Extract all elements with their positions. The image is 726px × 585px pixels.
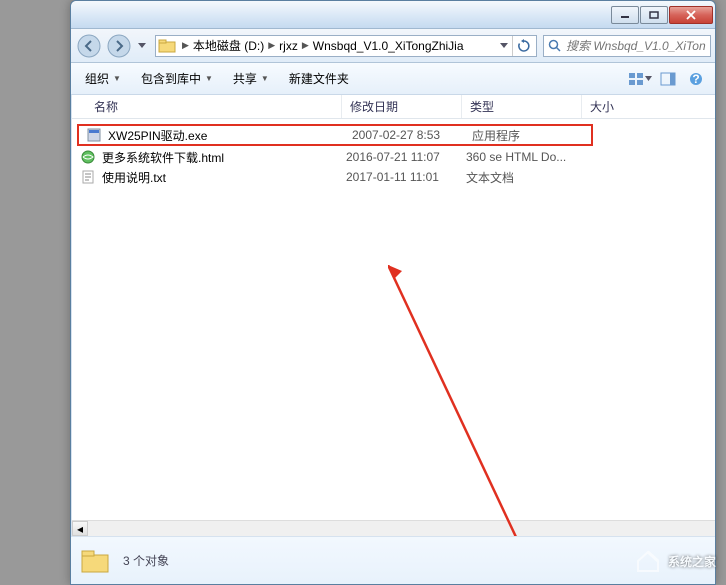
preview-pane-button[interactable] <box>655 68 681 90</box>
share-button[interactable]: 共享▼ <box>225 67 277 90</box>
house-icon <box>634 547 662 575</box>
refresh-button[interactable] <box>512 36 534 56</box>
file-list[interactable]: XW25PIN驱动.exe 2007-02-27 8:53 应用程序 更多系统软… <box>72 119 715 520</box>
file-type: 文本文档 <box>466 169 586 186</box>
html-icon <box>80 149 96 165</box>
chevron-right-icon[interactable]: ▶ <box>266 40 277 51</box>
file-type: 应用程序 <box>472 127 592 144</box>
organize-button[interactable]: 组织▼ <box>77 67 129 90</box>
txt-icon <box>80 169 96 185</box>
address-dropdown[interactable] <box>496 43 512 48</box>
breadcrumb-disk[interactable]: 本地磁盘 (D:) <box>191 37 266 54</box>
addressbar[interactable]: ▶ 本地磁盘 (D:) ▶ rjxz ▶ Wnsbqd_V1.0_XiTongZ… <box>155 35 537 57</box>
status-count: 3 个对象 <box>123 552 169 569</box>
file-row[interactable]: 更多系统软件下载.html 2016-07-21 11:07 360 se HT… <box>72 147 715 167</box>
forward-button[interactable] <box>105 33 133 59</box>
toolbar: 组织▼ 包含到库中▼ 共享▼ 新建文件夹 ? <box>71 63 715 95</box>
minimize-button[interactable] <box>611 6 639 24</box>
column-header-type[interactable]: 类型 <box>462 95 582 118</box>
file-name: 使用说明.txt <box>102 169 346 186</box>
include-library-button[interactable]: 包含到库中▼ <box>133 67 221 90</box>
horizontal-scrollbar[interactable]: ◂ ▸ <box>72 520 715 536</box>
file-date: 2017-01-11 11:01 <box>346 170 466 184</box>
column-header-name[interactable]: 名称 <box>72 95 342 118</box>
file-date: 2007-02-27 8:53 <box>352 128 472 142</box>
file-type: 360 se HTML Do... <box>466 150 586 164</box>
help-button[interactable]: ? <box>683 68 709 90</box>
file-date: 2016-07-21 11:07 <box>346 150 466 164</box>
folder-icon <box>158 38 176 54</box>
close-button[interactable] <box>669 6 713 24</box>
view-options-button[interactable] <box>627 68 653 90</box>
breadcrumb-folder2[interactable]: Wnsbqd_V1.0_XiTongZhiJia <box>311 39 466 53</box>
file-name: 更多系统软件下载.html <box>102 149 346 166</box>
statusbar: 3 个对象 <box>71 536 715 584</box>
svg-text:?: ? <box>692 72 699 86</box>
body: ▾ 收藏夹 OneDrive 下载 桌面 最近访问的位置 ▾ 库 Subvers… <box>71 95 715 536</box>
chevron-right-icon[interactable]: ▶ <box>180 40 191 51</box>
maximize-button[interactable] <box>640 6 668 24</box>
scroll-left-button[interactable]: ◂ <box>72 521 88 536</box>
history-dropdown[interactable] <box>135 33 149 59</box>
titlebar[interactable] <box>71 1 715 29</box>
search-icon <box>548 39 562 53</box>
breadcrumb-folder1[interactable]: rjxz <box>277 39 300 53</box>
column-header-size[interactable]: 大小 <box>582 95 715 118</box>
explorer-window: ▶ 本地磁盘 (D:) ▶ rjxz ▶ Wnsbqd_V1.0_XiTongZ… <box>70 0 716 585</box>
file-row[interactable]: XW25PIN驱动.exe 2007-02-27 8:53 应用程序 <box>78 125 592 145</box>
searchbar[interactable] <box>543 35 711 57</box>
column-header-date[interactable]: 修改日期 <box>342 95 462 118</box>
search-input[interactable] <box>566 39 706 53</box>
back-button[interactable] <box>75 33 103 59</box>
file-name: XW25PIN驱动.exe <box>108 127 352 144</box>
content-pane: 名称 修改日期 类型 大小 XW25PIN驱动.exe 2007-02-27 8… <box>72 95 715 536</box>
annotation-arrow <box>388 265 588 536</box>
navbar: ▶ 本地磁盘 (D:) ▶ rjxz ▶ Wnsbqd_V1.0_XiTongZ… <box>71 29 715 63</box>
watermark: 系统之家 <box>634 547 716 575</box>
file-row[interactable]: 使用说明.txt 2017-01-11 11:01 文本文档 <box>72 167 715 187</box>
scroll-track[interactable] <box>88 521 715 536</box>
folder-icon <box>79 545 111 577</box>
chevron-right-icon[interactable]: ▶ <box>300 40 311 51</box>
newfolder-button[interactable]: 新建文件夹 <box>281 67 357 90</box>
column-headers: 名称 修改日期 类型 大小 <box>72 95 715 119</box>
exe-icon <box>86 127 102 143</box>
